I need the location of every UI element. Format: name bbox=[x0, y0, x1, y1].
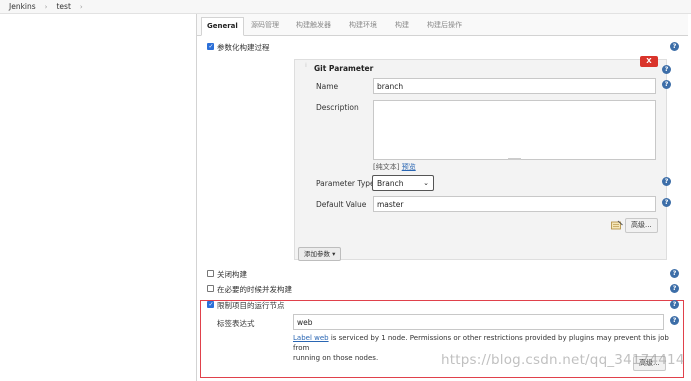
restrict-node-label: 限制项目的运行节点 bbox=[217, 301, 285, 310]
breadcrumb: Jenkins › test › bbox=[0, 0, 691, 14]
help-icon[interactable]: ? bbox=[670, 300, 679, 309]
delete-parameter-button[interactable]: X bbox=[640, 56, 658, 67]
tab-build[interactable]: 构建 bbox=[395, 17, 409, 36]
default-value-input[interactable]: master bbox=[373, 196, 656, 212]
label-expression-input[interactable]: web bbox=[293, 314, 664, 330]
help-icon[interactable]: ? bbox=[662, 198, 671, 207]
parameter-type-select[interactable]: Branch ⌄ bbox=[372, 175, 434, 191]
chevron-right-icon[interactable]: › bbox=[80, 3, 83, 11]
grip-icon[interactable]: ⁞ bbox=[305, 63, 309, 74]
disable-build-checkbox[interactable] bbox=[207, 270, 214, 277]
help-icon[interactable]: ? bbox=[662, 65, 671, 74]
parameterized-label: 参数化构建过程 bbox=[217, 43, 270, 52]
dropdown-arrow-icon: ⌄ bbox=[423, 179, 429, 187]
description-textarea[interactable] bbox=[373, 100, 656, 160]
concurrent-build-checkbox[interactable] bbox=[207, 285, 214, 292]
disable-build-label: 关闭构建 bbox=[217, 270, 247, 279]
help-icon[interactable]: ? bbox=[670, 269, 679, 278]
tab-general[interactable]: General bbox=[201, 17, 244, 36]
preview-link[interactable]: 预览 bbox=[402, 163, 416, 171]
help-icon[interactable]: ? bbox=[662, 177, 671, 186]
label-description-line2: running on those nodes. bbox=[293, 354, 379, 362]
help-icon[interactable]: ? bbox=[670, 316, 679, 325]
description-label: Description bbox=[316, 103, 359, 112]
add-parameter-label: 添加参数 bbox=[304, 250, 330, 258]
tab-post-build[interactable]: 构建后操作 bbox=[427, 17, 462, 36]
breadcrumb-jenkins[interactable]: Jenkins bbox=[9, 2, 36, 11]
tab-build-env[interactable]: 构建环境 bbox=[349, 17, 377, 36]
help-icon[interactable]: ? bbox=[670, 42, 679, 51]
watermark: https://blog.csdn.net/qq_34174414 bbox=[441, 352, 685, 368]
dropdown-arrow-icon: ▾ bbox=[332, 250, 336, 258]
chevron-right-icon[interactable]: › bbox=[45, 3, 48, 11]
name-label: Name bbox=[316, 82, 339, 91]
config-panel: General 源码管理 构建触发器 构建环境 构建 构建后操作 参数化构建过程… bbox=[196, 14, 688, 381]
config-tabs: General 源码管理 构建触发器 构建环境 构建 构建后操作 bbox=[197, 14, 688, 36]
parameter-type-label: Parameter Type bbox=[316, 179, 375, 188]
label-expression-label: 标签表达式 bbox=[217, 319, 255, 328]
help-icon[interactable]: ? bbox=[662, 80, 671, 89]
label-web-link[interactable]: Label web bbox=[293, 334, 329, 342]
concurrent-build-label: 在必要的时候并发构建 bbox=[217, 285, 292, 294]
parameter-type-value: Branch bbox=[377, 179, 404, 188]
breadcrumb-test[interactable]: test bbox=[56, 2, 70, 11]
restrict-node-checkbox[interactable] bbox=[207, 301, 214, 308]
label-description-line1: is serviced by 1 node. Permissions or ot… bbox=[293, 334, 669, 352]
plain-text-links: [纯文本] 预览 bbox=[373, 162, 416, 172]
add-parameter-button[interactable]: 添加参数 ▾ bbox=[298, 247, 342, 261]
notepad-icon bbox=[611, 220, 623, 230]
git-parameter-title: Git Parameter bbox=[314, 64, 374, 73]
tab-source-code[interactable]: 源码管理 bbox=[251, 17, 279, 36]
default-value-label: Default Value bbox=[316, 200, 367, 209]
git-advanced-button[interactable]: 高级... bbox=[625, 218, 658, 233]
plain-text-label: [纯文本] bbox=[373, 163, 400, 171]
tab-build-triggers[interactable]: 构建触发器 bbox=[296, 17, 331, 36]
parameterized-checkbox[interactable] bbox=[207, 43, 214, 50]
name-input[interactable]: branch bbox=[373, 78, 656, 94]
help-icon[interactable]: ? bbox=[670, 284, 679, 293]
textarea-drag-handle[interactable] bbox=[508, 158, 521, 160]
